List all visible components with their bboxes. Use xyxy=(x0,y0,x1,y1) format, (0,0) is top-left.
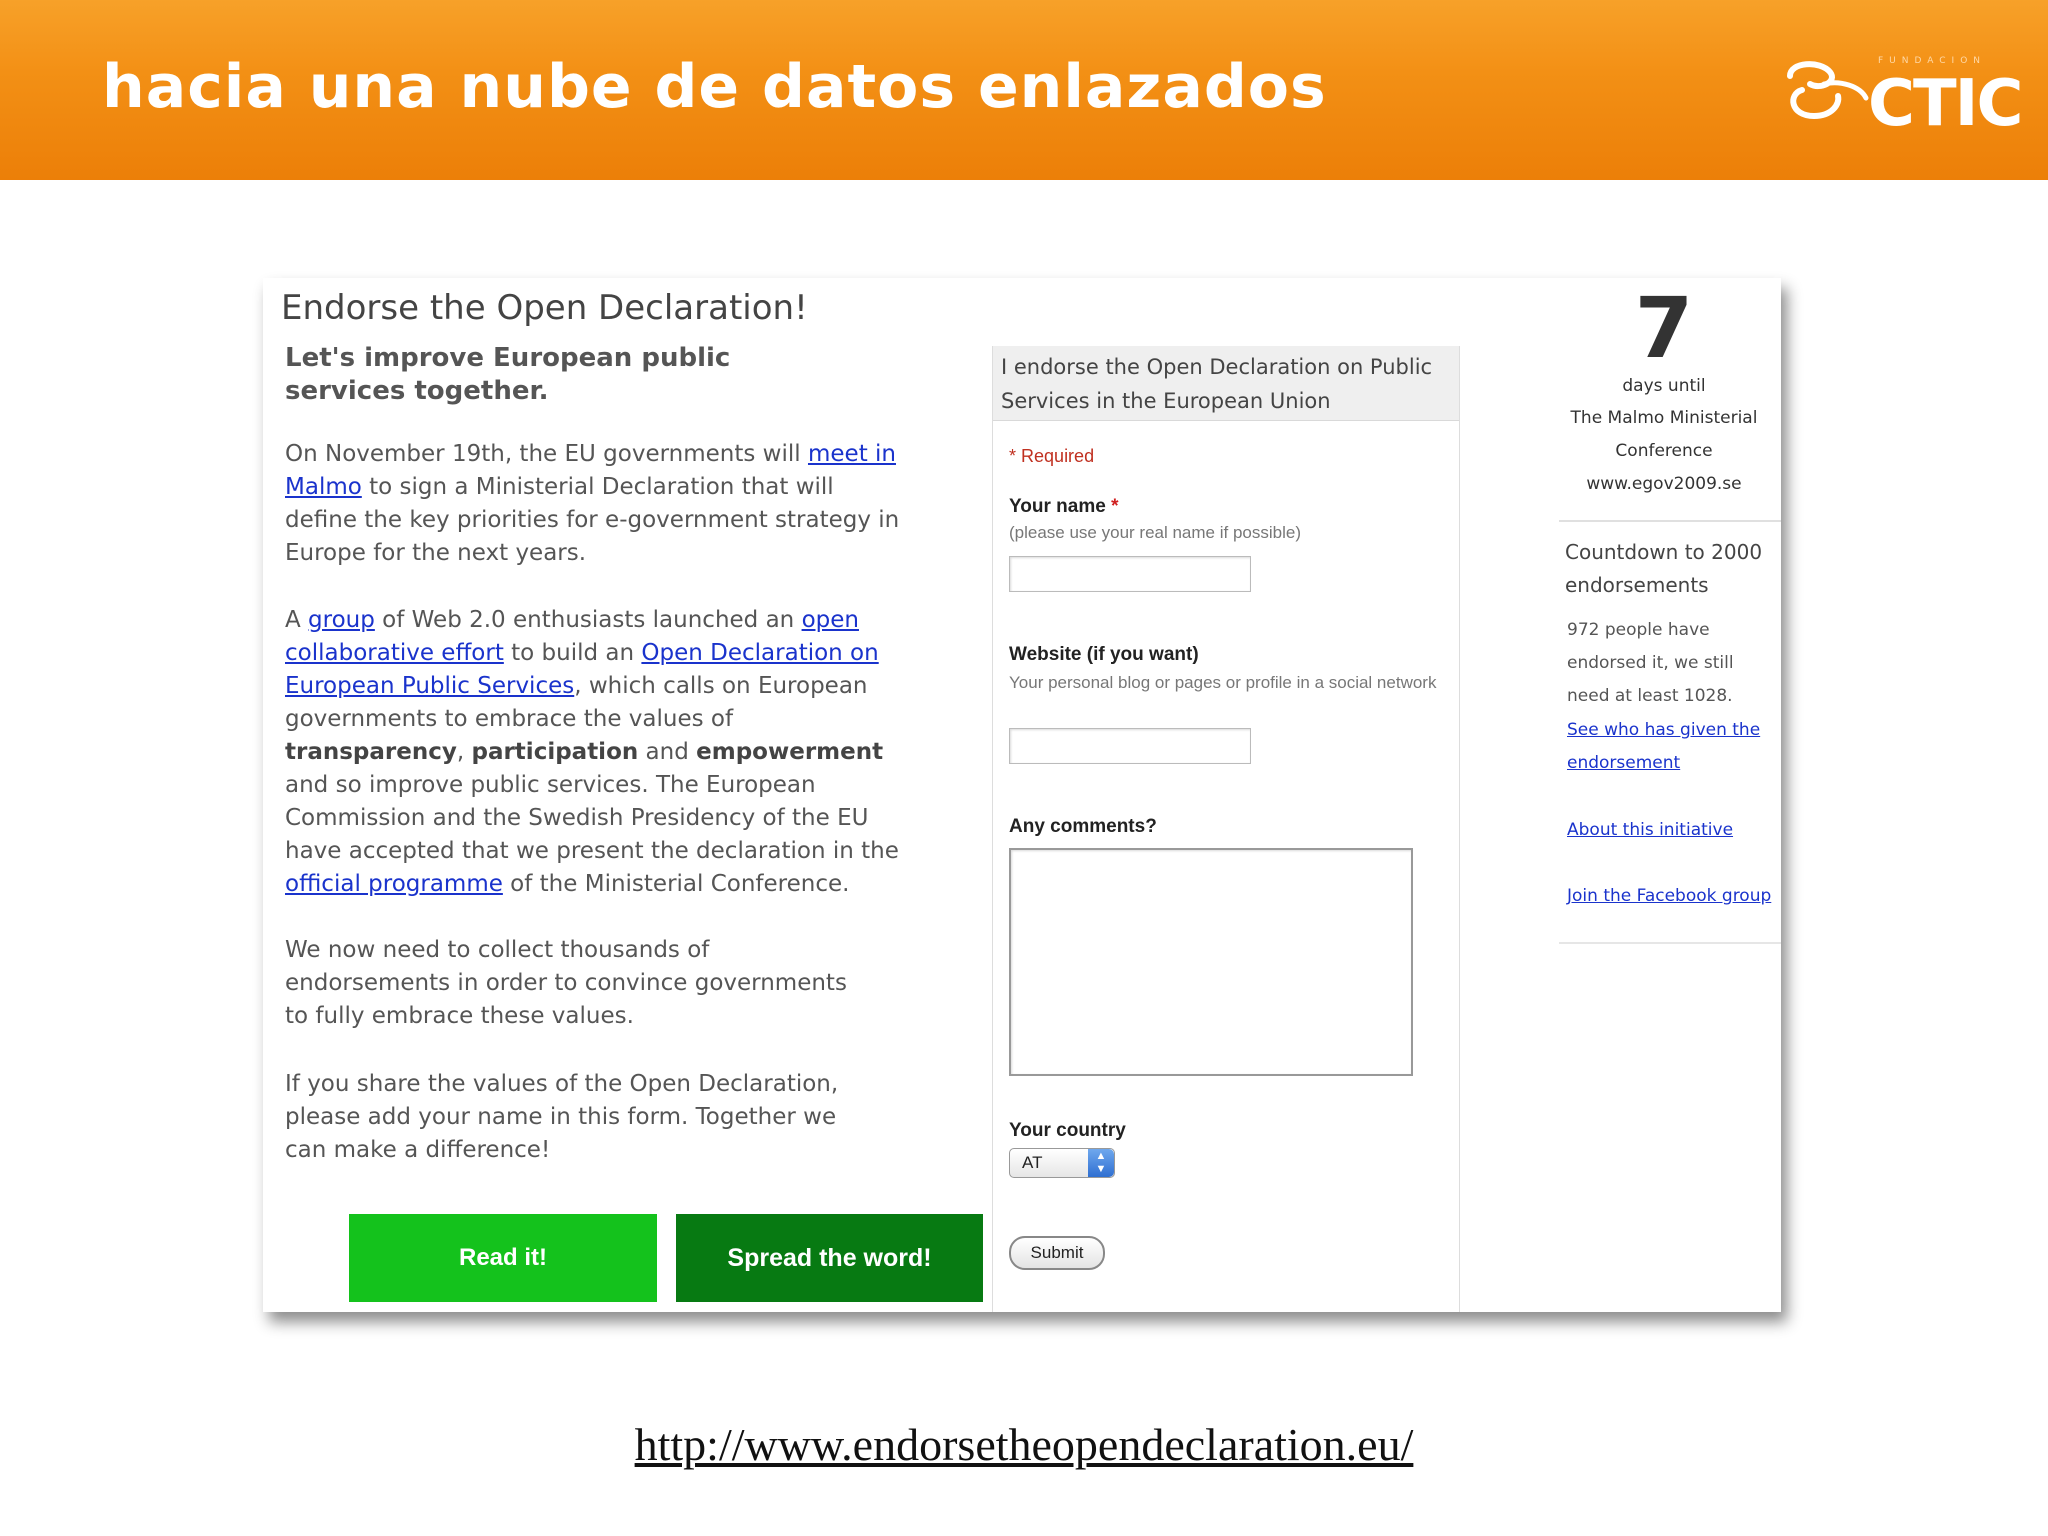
text: of the Ministerial Conference. xyxy=(502,871,850,897)
page-heading: Endorse the Open Declaration! xyxy=(281,288,808,328)
ctic-logo: FUNDACION CTIC xyxy=(1780,50,2023,141)
countdown-title: Countdown to 2000 endorsements xyxy=(1565,540,1763,597)
sidebar: 7 days until The Malmo Ministerial Confe… xyxy=(1559,278,1781,1312)
slide-title: hacia una nube de datos enlazados xyxy=(102,52,1327,122)
name-label-text: Your name xyxy=(1009,496,1106,517)
countdown-box: Countdown to 2000 endorsements 972 peopl… xyxy=(1559,520,1781,944)
page-subheading: Let's improve European public services t… xyxy=(285,343,731,406)
text: A xyxy=(285,607,309,633)
country-select-value: AT xyxy=(1022,1153,1043,1172)
form-header-text: I endorse the Open Declaration on Public… xyxy=(1001,355,1433,413)
endorsement-form: I endorse the Open Declaration on Public… xyxy=(992,346,1460,1312)
website-hint: Your personal blog or pages or profile i… xyxy=(1009,673,1437,692)
paragraph-collect: We now need to collect thousands of endo… xyxy=(285,937,847,1029)
link-official-programme[interactable]: official programme xyxy=(285,871,503,897)
text: to sign a Ministerial Declaration that w… xyxy=(285,474,900,566)
logo-brand-text: CTIC xyxy=(1868,67,2023,141)
website-input[interactable] xyxy=(1009,728,1251,764)
required-text: Required xyxy=(1021,446,1095,466)
text: to build an xyxy=(503,640,642,666)
submit-button[interactable]: Submit xyxy=(1009,1236,1105,1270)
text: and so improve public services. The Euro… xyxy=(285,772,899,864)
text: On November 19th, the EU governments wil… xyxy=(285,441,808,467)
name-hint: (please use your real name if possible) xyxy=(1009,523,1301,542)
slide-banner: hacia una nube de datos enlazados FUNDAC… xyxy=(0,0,2048,180)
comments-label: Any comments? xyxy=(1009,816,1157,837)
comments-textarea[interactable] xyxy=(1009,848,1413,1076)
link-see-who[interactable]: See who has given the endorsement xyxy=(1567,714,1767,780)
website-label: Website (if you want) xyxy=(1009,644,1199,665)
read-it-button[interactable]: Read it! xyxy=(349,1214,657,1302)
link-facebook-group[interactable]: Join the Facebook group xyxy=(1567,880,1781,913)
ctic-logo-mark-icon xyxy=(1787,61,1869,120)
link-about-initiative[interactable]: About this initiative xyxy=(1567,814,1781,847)
text: and xyxy=(638,739,697,765)
name-input[interactable] xyxy=(1009,556,1251,592)
bold-participation: participation xyxy=(471,739,639,765)
website-screenshot: Endorse the Open Declaration! Let's impr… xyxy=(263,278,1781,1312)
paragraph-meeting: On November 19th, the EU governments wil… xyxy=(285,438,905,570)
main-content: Endorse the Open Declaration! Let's impr… xyxy=(263,278,983,1312)
select-arrows-icon: ▲ ▼ xyxy=(1088,1149,1114,1177)
spread-the-word-button[interactable]: Spread the word! xyxy=(676,1214,983,1302)
paragraph-share: If you share the values of the Open Decl… xyxy=(285,1071,839,1163)
link-group[interactable]: group xyxy=(308,607,375,633)
paragraph-group: A group of Web 2.0 enthusiasts launched … xyxy=(285,604,905,901)
country-select[interactable]: AT ▲ ▼ xyxy=(1009,1148,1115,1178)
form-header: I endorse the Open Declaration on Public… xyxy=(993,346,1459,421)
endorsement-count-text: 972 people have endorsed it, we still ne… xyxy=(1567,620,1734,706)
name-label: Your name * xyxy=(1009,496,1118,518)
text: , xyxy=(456,739,472,765)
bold-transparency: transparency xyxy=(285,739,457,765)
conference-line-1: The Malmo Ministerial xyxy=(1570,408,1758,428)
required-star: * xyxy=(1009,446,1017,466)
footer-url-link[interactable]: http://www.endorsetheopendeclaration.eu/ xyxy=(0,1418,2048,1471)
conference-site: www.egov2009.se xyxy=(1586,474,1742,494)
country-label: Your country xyxy=(1009,1120,1126,1141)
text: of Web 2.0 enthusiasts launched an xyxy=(374,607,802,633)
days-until: days until xyxy=(1622,376,1706,396)
required-star: * xyxy=(1111,496,1119,517)
conference-line-2: Conference xyxy=(1615,441,1713,461)
days-count: 7 xyxy=(1634,279,1694,377)
required-note: * Required xyxy=(1009,446,1094,467)
bold-empowerment: empowerment xyxy=(696,739,884,765)
